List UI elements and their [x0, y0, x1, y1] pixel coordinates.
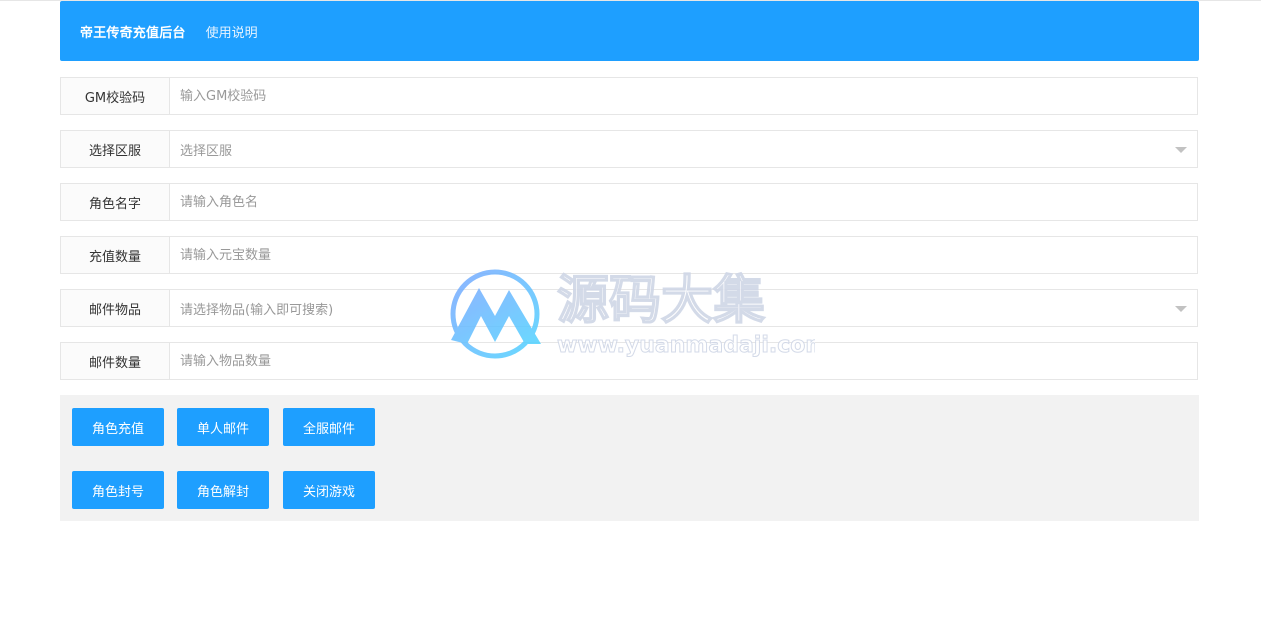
role-name-input[interactable] — [170, 184, 1197, 220]
mail-quantity-label: 邮件数量 — [61, 343, 170, 379]
mail-quantity-input[interactable] — [170, 343, 1197, 379]
app-header: 帝王传奇充值后台 使用说明 — [60, 1, 1199, 61]
server-select-placeholder: 选择区服 — [180, 143, 233, 159]
gm-code-row: GM校验码 — [60, 77, 1198, 115]
chevron-down-icon — [1175, 306, 1187, 312]
mail-item-label: 邮件物品 — [61, 290, 170, 326]
server-select[interactable]: 选择区服 — [170, 131, 1197, 167]
recharge-amount-row: 充值数量 — [60, 236, 1198, 274]
mail-item-row: 邮件物品 请选择物品(输入即可搜索) — [60, 289, 1198, 327]
single-mail-button[interactable]: 单人邮件 — [177, 408, 269, 446]
gm-code-label: GM校验码 — [61, 78, 170, 114]
server-label: 选择区服 — [61, 131, 170, 167]
action-panel: 角色充值 单人邮件 全服邮件 角色封号 角色解封 关闭游戏 — [60, 395, 1199, 521]
mail-item-select[interactable]: 请选择物品(输入即可搜索) — [170, 290, 1197, 326]
role-name-label: 角色名字 — [61, 184, 170, 220]
server-row: 选择区服 选择区服 — [60, 130, 1198, 168]
role-recharge-button[interactable]: 角色充值 — [72, 408, 164, 446]
recharge-amount-label: 充值数量 — [61, 237, 170, 273]
gm-code-input[interactable] — [170, 78, 1197, 114]
mail-quantity-row: 邮件数量 — [60, 342, 1198, 380]
close-game-button[interactable]: 关闭游戏 — [283, 471, 375, 509]
app-title: 帝王传奇充值后台 — [80, 25, 186, 41]
mail-item-select-placeholder: 请选择物品(输入即可搜索) — [180, 302, 334, 318]
recharge-amount-input[interactable] — [170, 237, 1197, 273]
ban-role-button[interactable]: 角色封号 — [72, 471, 164, 509]
server-mail-button[interactable]: 全服邮件 — [283, 408, 375, 446]
role-name-row: 角色名字 — [60, 183, 1198, 221]
chevron-down-icon — [1175, 147, 1187, 153]
unban-role-button[interactable]: 角色解封 — [177, 471, 269, 509]
help-link[interactable]: 使用说明 — [206, 22, 258, 41]
